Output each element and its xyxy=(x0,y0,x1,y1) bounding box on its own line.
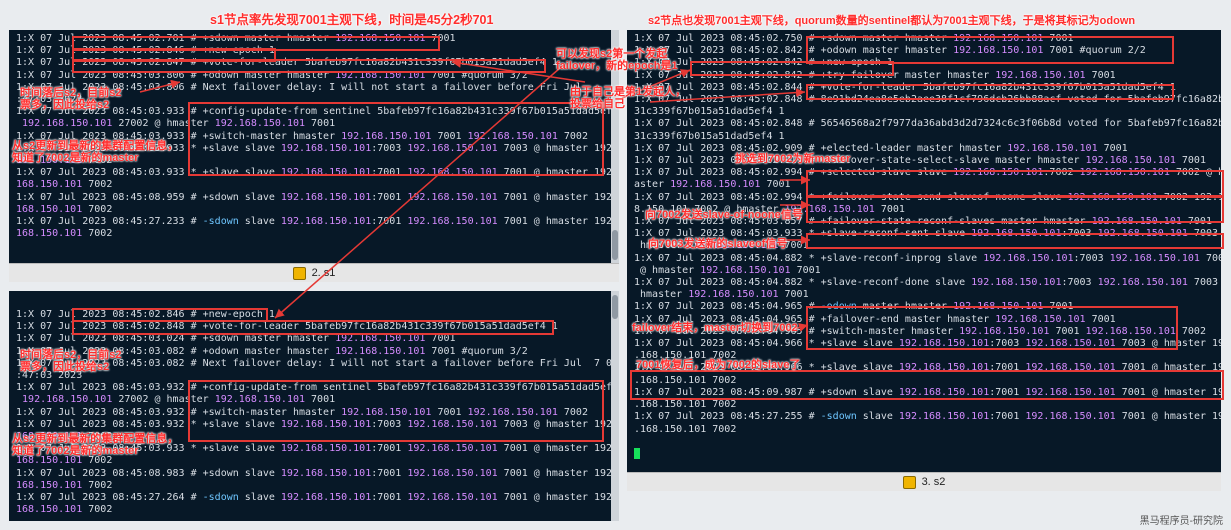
log-line: 1:X 07 Jul 2023 08:45:08.959 # +sdown sl… xyxy=(16,191,611,203)
annotation-title-left: s1节点率先发现7001主观下线，时间是45分2秒701 xyxy=(210,13,494,27)
annotation-s2-self-vote: 由于自己是第1发起人， 投票给自己 xyxy=(570,86,687,110)
log-line: 1:X 07 Jul 2023 08:45:04.966 * +slave sl… xyxy=(634,338,1221,350)
log-line: 1:X 07 Jul 2023 08:45:02.848 # 8e91bd24e… xyxy=(634,94,1221,106)
log-line: 1:X 07 Jul 2023 08:45:02.844 # +vote-for… xyxy=(634,81,1176,93)
log-line: .168.150.101 7002 xyxy=(634,399,737,411)
log-line: 1:X 07 Jul 2023 08:45:02.909 # +elected-… xyxy=(634,142,1128,154)
terminal-tab-icon xyxy=(292,266,306,280)
footer-watermark: 黑马程序员-研究院 xyxy=(1139,516,1223,527)
pane-label: 3. s2 xyxy=(921,476,946,488)
log-line: 1:X 07 Jul 2023 08:45:04.882 * +slave-re… xyxy=(634,252,1221,264)
scroll-thumb[interactable] xyxy=(612,295,618,319)
log-line: 1:X 07 Jul 2023 08:45:02.994 # +selected… xyxy=(634,167,1221,179)
log-line: 1:X 07 Jul 2023 08:45:03.932 # +switch-m… xyxy=(16,406,588,418)
log-line: 1:X 07 Jul 2023 08:45:03.933 * +slave sl… xyxy=(16,167,611,179)
log-line: 31c339f67b015a51dad5ef4 1 xyxy=(634,130,785,142)
annotation-s1-config-update: 从s2更新到最新的集群配置信息， 知道了7002是新的master xyxy=(12,140,179,164)
log-line: 168.150.101 7002 xyxy=(16,455,113,467)
log-line: 31c339f67b015a51dad5ef4 1 xyxy=(634,106,785,118)
log-line: 1:X 07 Jul 2023 08:45:03.932 # +config-u… xyxy=(16,382,611,394)
log-line: 1:X 07 Jul 2023 08:45:02.701 # +sdown ma… xyxy=(16,33,456,44)
log-line: 1:X 07 Jul 2023 08:45:02.994 * +failover… xyxy=(634,191,1221,203)
log-lines: 1:X 07 Jul 2023 08:45:02.750 # +sdown ma… xyxy=(627,30,1221,436)
log-line: 1:X 07 Jul 2023 08:45:02.842 # +odown ma… xyxy=(634,45,1146,57)
log-line: 1:X 07 Jul 2023 08:45:04.965 # -odown ma… xyxy=(634,301,1074,313)
annotation-s1-time-later: 时间落后s2，目前s2 票多，因此投给s2 xyxy=(20,87,122,111)
log-line: 1:X 07 Jul 2023 08:45:02.846 # +new-epoc… xyxy=(16,45,275,57)
log-line: 1:X 07 Jul 2023 08:45:27.255 # -sdown sl… xyxy=(634,411,1221,423)
log-line: 1:X 07 Jul 2023 08:45:27.233 # -sdown sl… xyxy=(16,216,611,228)
log-line: 168.150.101 7002 xyxy=(16,479,113,491)
log-line: aster 192.168.150.101 7001 xyxy=(634,179,791,191)
log-line: 168.150.101 7002 xyxy=(16,228,113,240)
log-line: 192.168.150.101 27002 @ hmaster 192.168.… xyxy=(22,118,336,130)
log-line: 1:X 07 Jul 2023 08:45:02.848 # +vote-for… xyxy=(16,321,558,333)
annotation-7001-recovered: 7001恢复后，成为7002的slave了 xyxy=(636,359,801,371)
log-line: 1:X 07 Jul 2023 08:45:04.882 * +slave-re… xyxy=(634,277,1219,289)
terminal-tab-icon xyxy=(902,475,916,489)
log-line: 168.150.101 7002 xyxy=(16,203,113,215)
annotation-s3-time-later: 时间落后s2，目前s2 票多，因此投给s2 xyxy=(20,349,122,373)
log-line: @ hmaster 192.168.150.101 7001 xyxy=(634,264,821,276)
log-line: 1:X 07 Jul 2023 08:45:27.264 # -sdown sl… xyxy=(16,492,611,504)
terminal-pane-s2[interactable]: 1:X 07 Jul 2023 08:45:02.750 # +sdown ma… xyxy=(627,30,1221,472)
log-line: 1:X 07 Jul 2023 08:45:03.024 # +sdown ma… xyxy=(16,333,456,345)
log-line: 1:X 07 Jul 2023 08:45:03.932 * +slave sl… xyxy=(16,418,611,430)
log-line: 1:X 07 Jul 2023 08:45:02.848 # 56546568a… xyxy=(634,118,1221,130)
log-lines: 1:X 07 Jul 2023 08:45:02.846 # +new-epoc… xyxy=(9,291,611,516)
log-line: 168.150.101 7002 xyxy=(16,504,113,516)
log-line: 1:X 07 Jul 2023 08:45:09.987 # +sdown sl… xyxy=(634,386,1221,398)
log-line: .168.150.101 7002 xyxy=(634,423,737,435)
log-line: 1:X 07 Jul 2023 08:45:02.847 # +vote-for… xyxy=(16,57,558,69)
log-line: 1:X 07 Jul 2023 08:45:03.806 # +odown ma… xyxy=(16,69,528,81)
log-line: 168.150.101 7002 xyxy=(16,179,113,191)
annotation-send-noone: 向7002发送slave-of-noone信号 xyxy=(645,209,803,221)
pane-status-bar-s2[interactable]: 3. s2 xyxy=(627,472,1221,491)
pane-label: 2. s1 xyxy=(311,267,336,279)
log-line: 1:X 07 Jul 2023 08:45:02.750 # +sdown ma… xyxy=(634,33,1074,44)
terminal-pane-s3[interactable]: 1:X 07 Jul 2023 08:45:02.846 # +new-epoc… xyxy=(9,291,611,521)
annotation-s3-config-update: 从s2更新到最新的集群配置信息， 知道了7002是新的master xyxy=(12,433,179,457)
annotation-failover-end: failover结束，master切换到7002 xyxy=(632,322,798,334)
log-line: 1:X 07 Jul 2023 08:45:02.842 # +try-fail… xyxy=(634,69,1116,81)
log-line: 1:X 07 Jul 2023 08:45:02.911 # +failover… xyxy=(634,155,1206,167)
scroll-thumb[interactable] xyxy=(612,230,618,260)
annotation-title-right: s2节点也发现7001主观下线，quorum数量的sentinel都认为7001… xyxy=(648,15,1136,27)
annotation-send-slaveof: 向7003发送新的slaveof信号 xyxy=(648,238,788,250)
log-lines: 1:X 07 Jul 2023 08:45:02.701 # +sdown ma… xyxy=(9,30,611,240)
log-line: .168.150.101 7002 xyxy=(634,374,737,386)
annotation-pick-7002: 挑选到7002为新master xyxy=(735,153,851,165)
log-line: 192.168.150.101 27002 @ hmaster 192.168.… xyxy=(22,394,336,406)
log-line: 1:X 07 Jul 2023 08:45:02.846 # +new-epoc… xyxy=(16,309,275,320)
log-line: 1:X 07 Jul 2023 08:45:08.983 # +sdown sl… xyxy=(16,467,611,479)
annotation-s2-first-failover: 可以发现s2第一个发起 failover，新的epoch是1 xyxy=(556,48,678,72)
scrollbar-s3[interactable] xyxy=(611,291,619,521)
pane-status-bar-s1[interactable]: 2. s1 xyxy=(9,263,619,282)
log-line: 1:X 07 Jul 2023 08:45:02.842 # +new-epoc… xyxy=(634,57,893,69)
terminal-cursor xyxy=(634,448,640,461)
log-line: hmaster 192.168.150.101 7001 xyxy=(634,289,809,301)
